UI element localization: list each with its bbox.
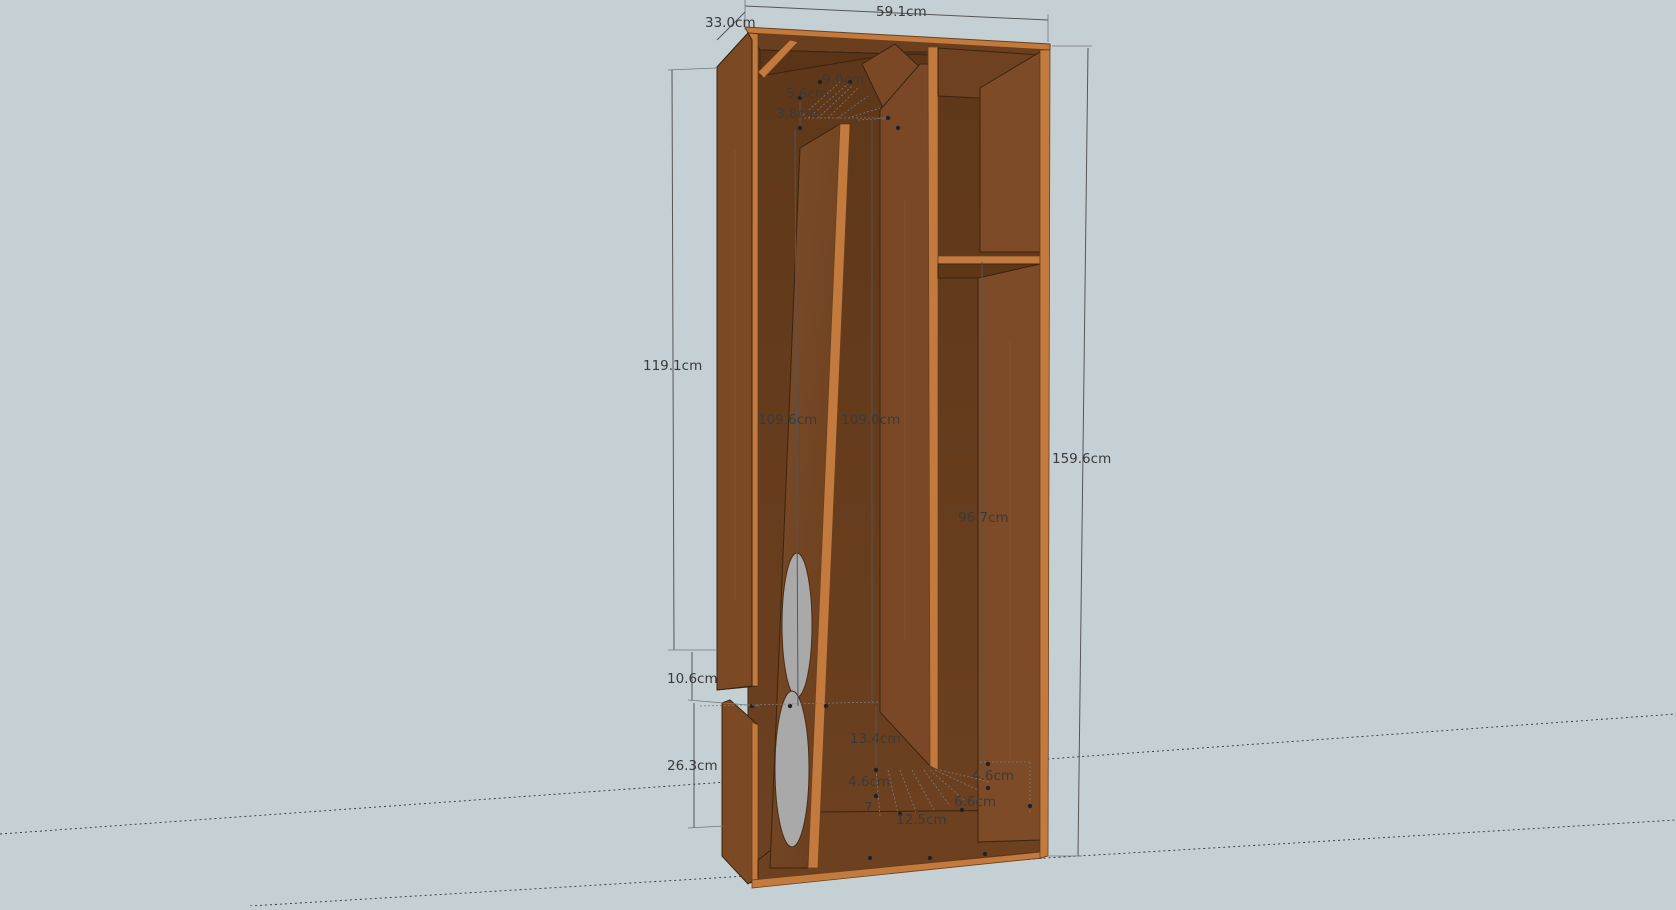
dim-bottom-corner-a: 4.6cm [848,774,890,790]
dim-depth-top: 33.0cm [705,15,756,31]
dim-bottom-gap: 13.4cm [850,731,901,747]
driver-cutout-lower [774,690,810,848]
horizontal-shelf [937,255,1041,265]
dim-middle-panel: 109.0cm [841,412,900,428]
dim-total-height: 159.6cm [1052,451,1111,467]
dim-right-panel-lower: 96.7cm [958,510,1009,526]
left-outer-panel-lower-edge [751,721,759,883]
dim-slant-panel: 109.6cm [758,412,817,428]
dim-bottom-corner-e: 12.5cm [896,812,947,828]
dim-bottom-corner-d: 7. [864,800,877,816]
dim-top-corner-a: 5.6cm [786,86,828,102]
dim-width-top: 59.1cm [876,4,927,20]
cabinet-drawing: 59.1cm 33.0cm 159.6cm 119.1cm 10.6cm 26.… [0,0,1676,907]
dim-bottom-corner-b: 6.6cm [954,794,996,810]
cabinet[interactable] [716,26,1052,889]
dim-left-panel-height: 119.1cm [643,358,702,374]
right-outer-panel-edge [1039,49,1051,859]
dim-bottom-corner-c: 4.6cm [972,768,1014,784]
3d-model-viewport[interactable]: 59.1cm 33.0cm 159.6cm 119.1cm 10.6cm 26.… [0,0,1676,907]
middle-vertical-panel-edge [927,46,939,771]
dim-top-corner-c: 9.0cm [822,72,864,88]
dim-top-corner-b: 3.8cm [776,106,818,122]
dim-bottom-left-panel: 26.3cm [667,758,718,774]
dim-gap-height: 10.6cm [667,671,718,687]
right-inner-panel-lower [977,263,1041,843]
